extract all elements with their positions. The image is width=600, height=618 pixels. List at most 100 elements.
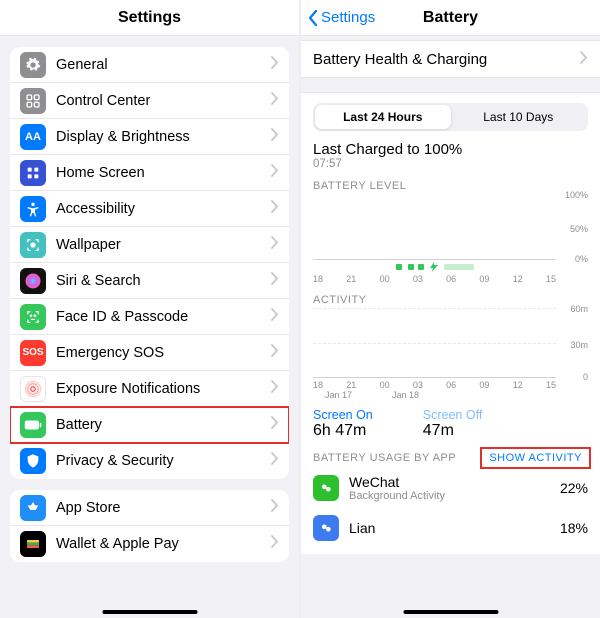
- settings-row-face-id-passcode[interactable]: Face ID & Passcode: [10, 299, 289, 335]
- settings-group-0: General Control Center AA Display & Brightn…: [10, 47, 289, 479]
- chevron-right-icon: [271, 344, 279, 362]
- app-icon: [313, 515, 339, 541]
- accessibility-icon: [20, 196, 46, 222]
- screen-on-value: 6h 47m: [313, 422, 373, 440]
- settings-row-siri-search[interactable]: Siri & Search: [10, 263, 289, 299]
- settings-navbar: Settings: [0, 0, 299, 36]
- chevron-right-icon: [271, 308, 279, 326]
- app-pct: 22%: [560, 480, 588, 496]
- settings-row-privacy-security[interactable]: Privacy & Security: [10, 443, 289, 479]
- battery-health-row[interactable]: Battery Health & Charging: [301, 40, 600, 78]
- row-label: General: [56, 57, 271, 73]
- row-label: Control Center: [56, 93, 271, 109]
- gear-icon: [20, 52, 46, 78]
- battery-level-head: BATTERY LEVEL: [313, 180, 406, 192]
- siri-icon: [20, 268, 46, 294]
- seg-last-10d[interactable]: Last 10 Days: [451, 105, 587, 129]
- faceid-icon: [20, 304, 46, 330]
- battery-level-chart[interactable]: 100% 50% 0%: [313, 194, 588, 272]
- back-button[interactable]: Settings: [307, 9, 375, 27]
- row-label: Face ID & Passcode: [56, 309, 271, 325]
- battery-content[interactable]: Battery Health & Charging Last 24 Hours …: [301, 36, 600, 618]
- screen-stats: Screen On 6h 47m Screen Off 47m: [313, 408, 588, 440]
- chevron-right-icon: [271, 164, 279, 182]
- settings-row-display-brightness[interactable]: AA Display & Brightness: [10, 119, 289, 155]
- charging-indicators: [313, 262, 556, 272]
- settings-row-accessibility[interactable]: Accessibility: [10, 191, 289, 227]
- app-name: WeChat: [349, 474, 560, 490]
- chevron-right-icon: [271, 416, 279, 434]
- settings-row-wallet-apple-pay[interactable]: Wallet & Apple Pay: [10, 526, 289, 562]
- row-label: Display & Brightness: [56, 129, 271, 145]
- chevron-right-icon: [271, 499, 279, 517]
- settings-row-general[interactable]: General: [10, 47, 289, 83]
- screen-off-value: 47m: [423, 422, 483, 440]
- chevron-left-icon: [307, 9, 319, 27]
- show-activity-button[interactable]: SHOW ACTIVITY: [483, 450, 588, 466]
- app-pct: 18%: [560, 520, 588, 536]
- usage-row-lian[interactable]: Lian18%: [313, 508, 588, 548]
- home-indicator[interactable]: [102, 610, 197, 614]
- row-label: Home Screen: [56, 165, 271, 181]
- chevron-right-icon: [271, 236, 279, 254]
- row-label: Privacy & Security: [56, 453, 271, 469]
- battery-icon: [20, 412, 46, 438]
- row-label: Wallet & Apple Pay: [56, 536, 271, 552]
- navbar-title: Settings: [118, 9, 181, 27]
- settings-row-battery[interactable]: Battery: [10, 407, 289, 443]
- row-label: Siri & Search: [56, 273, 271, 289]
- settings-row-control-center[interactable]: Control Center: [10, 83, 289, 119]
- chevron-right-icon: [580, 51, 588, 68]
- navbar-title: Battery: [423, 9, 478, 27]
- back-label: Settings: [321, 9, 375, 26]
- chevron-right-icon: [271, 92, 279, 110]
- activity-head: ACTIVITY: [313, 294, 367, 306]
- seg-last-24h[interactable]: Last 24 Hours: [315, 105, 451, 129]
- settings-row-wallpaper[interactable]: Wallpaper: [10, 227, 289, 263]
- chevron-right-icon: [271, 535, 279, 553]
- wallpaper-icon: [20, 232, 46, 258]
- settings-content[interactable]: General Control Center AA Display & Brightn…: [0, 36, 299, 618]
- usage-list: WeChatBackground Activity22%Lian18%: [313, 468, 588, 548]
- app-sub: Background Activity: [349, 490, 560, 502]
- app-name: Lian: [349, 520, 560, 536]
- row-label: Exposure Notifications: [56, 381, 271, 397]
- privacy-icon: [20, 448, 46, 474]
- row-label: Accessibility: [56, 201, 271, 217]
- chevron-right-icon: [271, 380, 279, 398]
- appstore-icon: [20, 495, 46, 521]
- settings-row-exposure-notifications[interactable]: Exposure Notifications: [10, 371, 289, 407]
- settings-pane: Settings General Control Center AA Display …: [0, 0, 301, 618]
- time-range-segment[interactable]: Last 24 Hours Last 10 Days: [313, 103, 588, 131]
- screen-on-label: Screen On: [313, 408, 373, 422]
- wallet-icon: [20, 531, 46, 557]
- chevron-right-icon: [271, 56, 279, 74]
- row-label: Emergency SOS: [56, 345, 271, 361]
- row-label: Wallpaper: [56, 237, 271, 253]
- usage-head: BATTERY USAGE BY APP: [313, 452, 456, 464]
- chevron-right-icon: [271, 452, 279, 470]
- sos-icon: SOS: [20, 340, 46, 366]
- exposure-icon: [20, 376, 46, 402]
- row-label: Battery: [56, 417, 271, 433]
- display-brightness-icon: AA: [20, 124, 46, 150]
- home-indicator[interactable]: [403, 610, 498, 614]
- chevron-right-icon: [271, 200, 279, 218]
- settings-row-emergency-sos[interactable]: SOS Emergency SOS: [10, 335, 289, 371]
- settings-row-app-store[interactable]: App Store: [10, 490, 289, 526]
- last-charged-time: 07:57: [313, 158, 588, 170]
- battery-health-label: Battery Health & Charging: [313, 51, 487, 68]
- last-charged-line: Last Charged to 100%: [313, 141, 588, 158]
- control-center-icon: [20, 88, 46, 114]
- app-icon: [313, 475, 339, 501]
- activity-chart[interactable]: 60m 30m 0: [313, 308, 588, 378]
- row-label: App Store: [56, 500, 271, 516]
- usage-row-wechat[interactable]: WeChatBackground Activity22%: [313, 468, 588, 508]
- battery-card: Last 24 Hours Last 10 Days Last Charged …: [301, 92, 600, 554]
- battery-navbar: Settings Battery: [301, 0, 600, 36]
- chevron-right-icon: [271, 272, 279, 290]
- screen-off-label: Screen Off: [423, 408, 483, 422]
- settings-group-1: App Store Wallet & Apple Pay: [10, 490, 289, 562]
- settings-row-home-screen[interactable]: Home Screen: [10, 155, 289, 191]
- battery-pane: Settings Battery Battery Health & Chargi…: [301, 0, 600, 618]
